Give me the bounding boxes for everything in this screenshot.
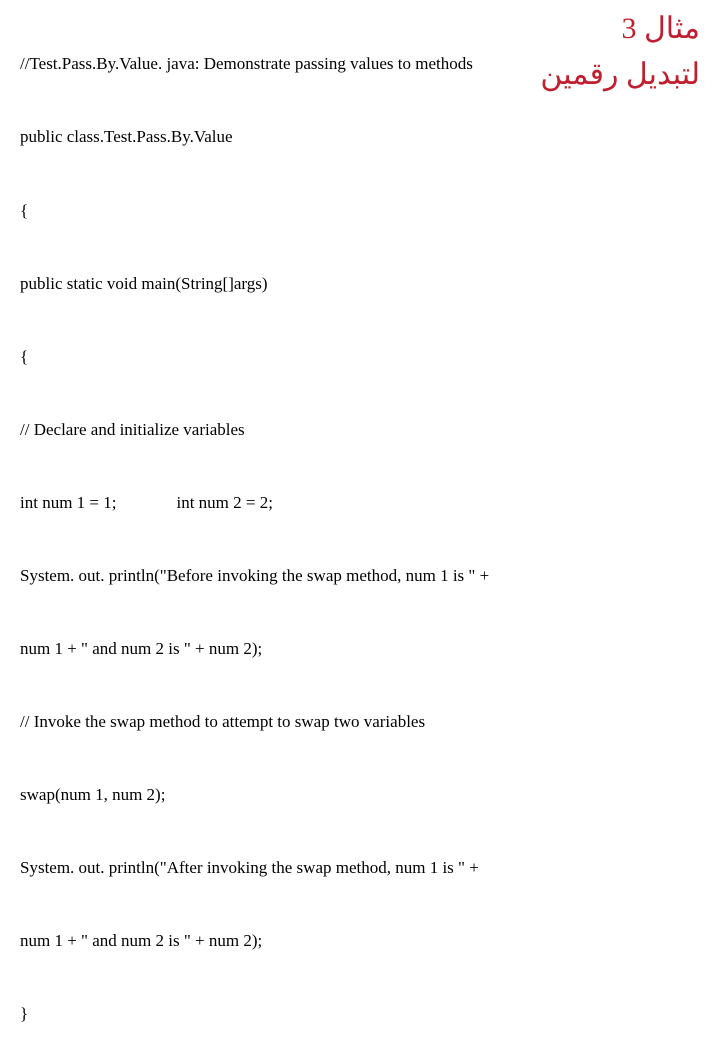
code-fragment: int num 2 = 2; bbox=[176, 493, 272, 512]
code-line: num 1 + " and num 2 is " + num 2); bbox=[20, 932, 700, 951]
title-line-2: لتبديل رقمين bbox=[540, 54, 700, 96]
code-line: } bbox=[20, 1005, 700, 1024]
code-line: // Invoke the swap method to attempt to … bbox=[20, 713, 700, 732]
code-line: num 1 + " and num 2 is " + num 2); bbox=[20, 640, 700, 659]
code-line: // Declare and initialize variables bbox=[20, 421, 700, 440]
code-line: swap(num 1, num 2); bbox=[20, 786, 700, 805]
code-line: public class.Test.Pass.By.Value bbox=[20, 128, 700, 147]
code-line: { bbox=[20, 202, 700, 221]
slide-title-arabic: مثال 3 لتبديل رقمين bbox=[540, 8, 700, 96]
code-line: int num 1 = 1; int num 2 = 2; bbox=[20, 494, 700, 513]
code-line: System. out. println("Before invoking th… bbox=[20, 567, 700, 586]
slide: مثال 3 لتبديل رقمين //Test.Pass.By.Value… bbox=[0, 0, 720, 540]
title-line-1: مثال 3 bbox=[540, 8, 700, 50]
code-line: { bbox=[20, 348, 700, 367]
code-line: public static void main(String[]args) bbox=[20, 275, 700, 294]
code-fragment: int num 1 = 1; bbox=[20, 493, 116, 512]
code-line: System. out. println("After invoking the… bbox=[20, 859, 700, 878]
